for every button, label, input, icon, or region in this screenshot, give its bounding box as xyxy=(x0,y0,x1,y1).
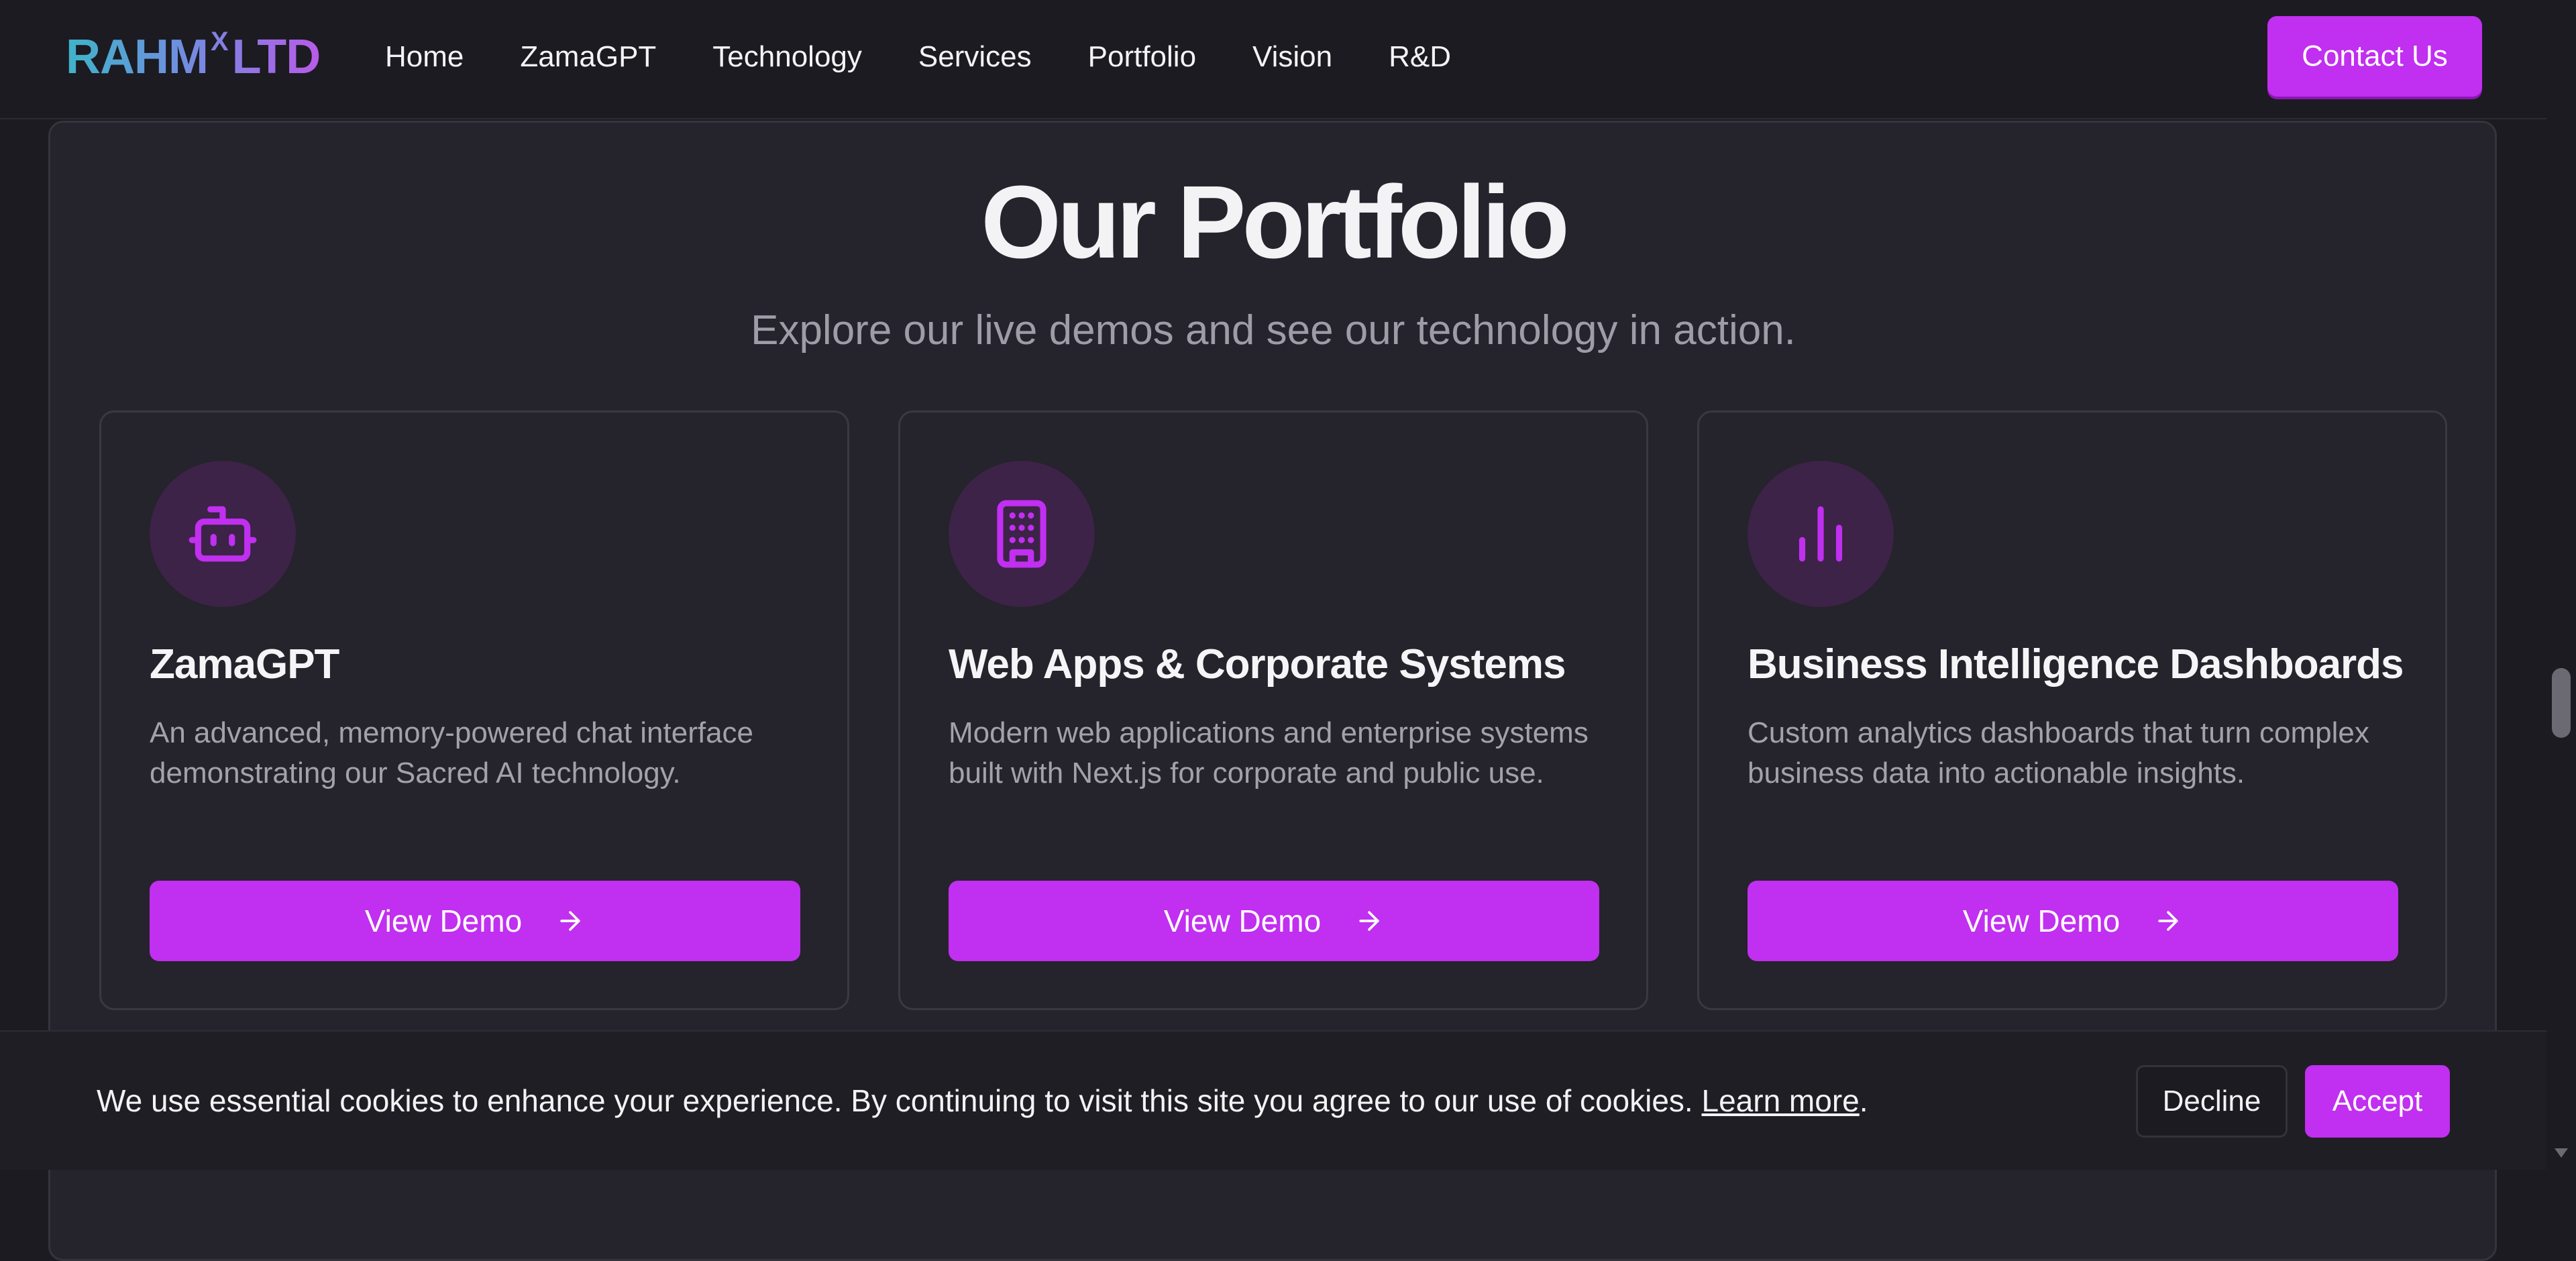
cookie-banner: We use essential cookies to enhance your… xyxy=(0,1030,2546,1170)
nav-link-home[interactable]: Home xyxy=(385,40,464,74)
arrow-right-icon xyxy=(560,911,580,931)
building-icon xyxy=(949,461,1095,607)
nav-link-rnd[interactable]: R&D xyxy=(1389,40,1451,74)
robot-icon xyxy=(150,461,296,607)
view-demo-button[interactable]: View Demo xyxy=(949,881,1599,961)
page-scrollbar[interactable] xyxy=(2546,0,2576,1170)
logo-text-right: LTD xyxy=(231,30,321,84)
nav-link-technology[interactable]: Technology xyxy=(712,40,862,74)
logo-superscript: X xyxy=(210,27,228,56)
card-title: ZamaGPT xyxy=(150,641,339,688)
portfolio-card-web-apps: Web Apps & Corporate Systems Modern web … xyxy=(898,410,1648,1010)
learn-more-link[interactable]: Learn more xyxy=(1702,1083,1860,1118)
scroll-down-arrow-icon[interactable] xyxy=(2555,1148,2568,1158)
card-title: Web Apps & Corporate Systems xyxy=(949,641,1566,688)
view-demo-button[interactable]: View Demo xyxy=(150,881,800,961)
nav-link-zamagpt[interactable]: ZamaGPT xyxy=(520,40,656,74)
accept-button[interactable]: Accept xyxy=(2305,1065,2450,1138)
view-demo-button[interactable]: View Demo xyxy=(1748,881,2398,961)
decline-button[interactable]: Decline xyxy=(2136,1065,2288,1138)
cookie-text: We use essential cookies to enhance your… xyxy=(97,1083,1693,1118)
nav-links: Home ZamaGPT Technology Services Portfol… xyxy=(385,34,1507,80)
card-description: Custom analytics dashboards that turn co… xyxy=(1748,716,2369,789)
bar-chart-icon xyxy=(1748,461,1894,607)
cookie-message: We use essential cookies to enhance your… xyxy=(97,1083,1868,1119)
section-subtitle: Explore our live demos and see our techn… xyxy=(751,307,1796,353)
nav-link-vision[interactable]: Vision xyxy=(1252,40,1332,74)
cookie-trailing-period: . xyxy=(1859,1083,1868,1118)
view-demo-label: View Demo xyxy=(364,903,523,938)
logo-text-left: RAHM xyxy=(66,30,208,84)
section-title: Our Portfolio xyxy=(981,164,1570,280)
nav-link-portfolio[interactable]: Portfolio xyxy=(1088,40,1196,74)
view-demo-label: View Demo xyxy=(1163,903,1322,938)
portfolio-card-bi-dashboards: Business Intelligence Dashboards Custom … xyxy=(1697,410,2447,1010)
contact-us-button[interactable]: Contact Us xyxy=(2267,16,2482,97)
arrow-right-icon xyxy=(1359,911,1379,931)
scrollbar-thumb[interactable] xyxy=(2552,668,2571,738)
top-navigation: RAHM X LTD Home ZamaGPT Technology Servi… xyxy=(0,0,2546,119)
nav-link-services[interactable]: Services xyxy=(918,40,1032,74)
arrow-right-icon xyxy=(2158,911,2178,931)
view-demo-label: View Demo xyxy=(1962,903,2121,938)
portfolio-card-zamagpt: ZamaGPT An advanced, memory-powered chat… xyxy=(99,410,849,1010)
card-title: Business Intelligence Dashboards xyxy=(1748,641,2404,688)
card-description: Modern web applications and enterprise s… xyxy=(949,716,1589,789)
logo[interactable]: RAHM X LTD xyxy=(66,27,320,87)
card-description: An advanced, memory-powered chat interfa… xyxy=(150,716,754,789)
